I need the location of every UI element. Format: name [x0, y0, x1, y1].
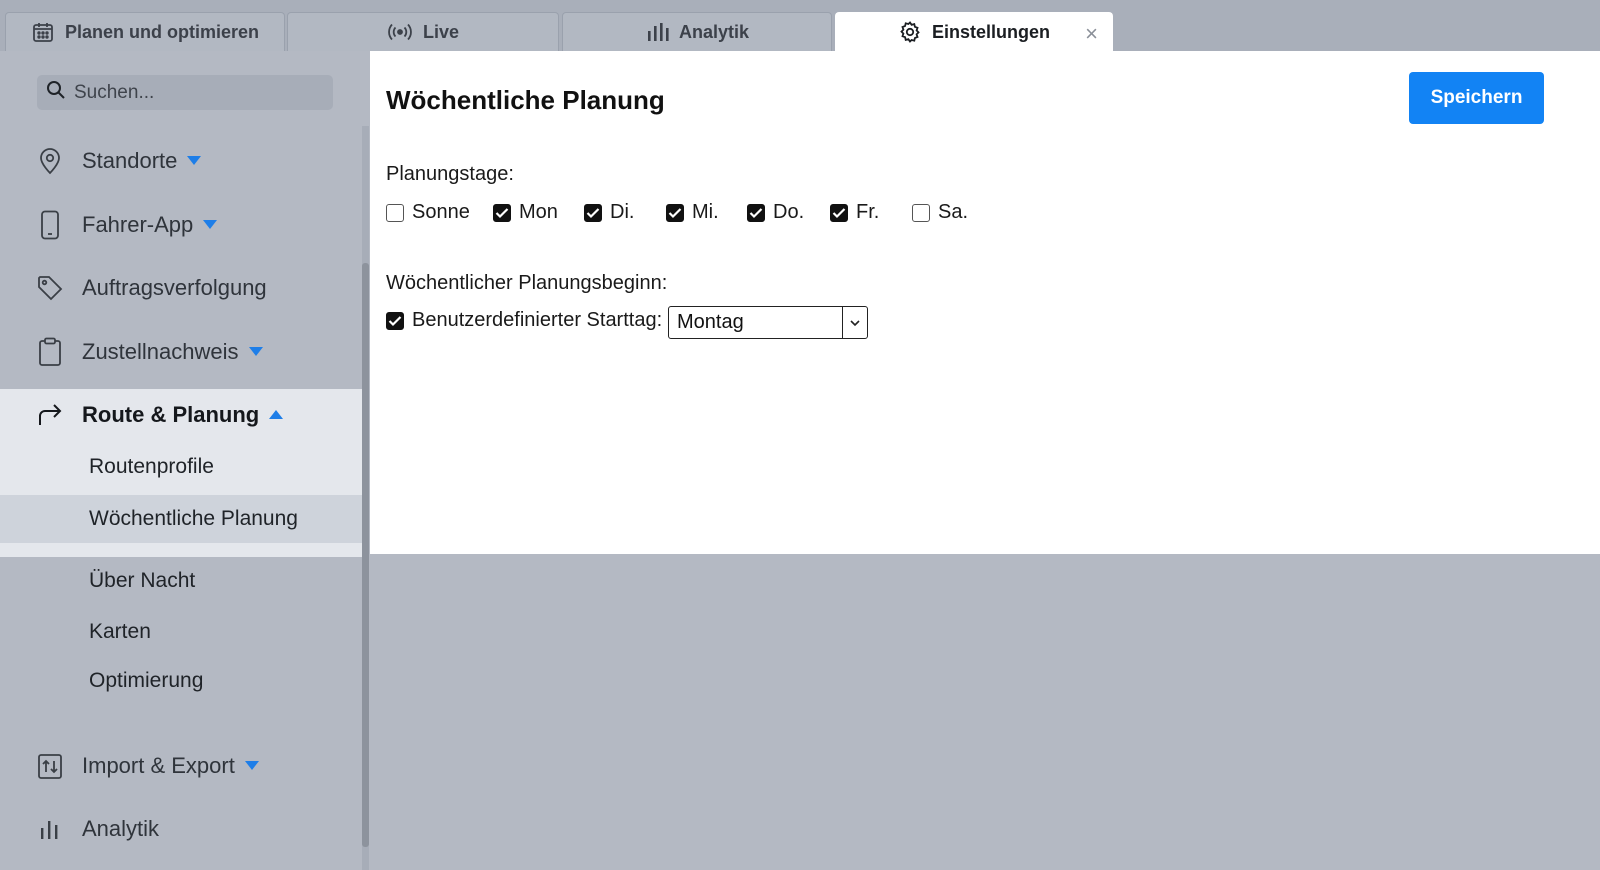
sidebar-item-label: Standorte [82, 148, 202, 174]
checkbox-checked[interactable] [830, 203, 848, 222]
search-icon [46, 80, 66, 105]
sidebar-subitem-routenprofile[interactable]: Routenprofile [0, 443, 362, 491]
sidebar-subitem-karten[interactable]: Karten [0, 608, 362, 656]
sidebar-item-label: Analytik [82, 816, 160, 841]
tab-label: Planen und optimieren [64, 21, 260, 42]
tab-label: Analytik [678, 21, 750, 42]
tab-label: Einstellungen [931, 21, 1050, 42]
bar-chart-icon [36, 815, 64, 843]
start-day-select[interactable]: Montag [668, 306, 868, 339]
custom-start-day-checkbox[interactable]: Benutzerdefinierter Starttag: [386, 309, 662, 332]
sidebar-item-analytik[interactable]: Analytik [0, 803, 362, 855]
sidebar-item-auftragsverfolgung[interactable]: Auftragsverfolgung [0, 262, 362, 314]
location-pin-icon [36, 147, 64, 175]
caret-down-icon [248, 346, 263, 356]
checkbox-unchecked[interactable] [912, 203, 930, 222]
caret-down-icon [187, 155, 202, 165]
day-checkbox-di[interactable]: Di. [584, 201, 634, 224]
search-box[interactable] [37, 75, 333, 110]
sidebar-item-label: Auftragsverfolgung [82, 275, 267, 300]
tab-live[interactable]: Live [287, 12, 559, 51]
route-arrow-icon [36, 401, 64, 429]
close-icon[interactable]: × [1085, 21, 1098, 47]
day-checkbox-mi[interactable]: Mi. [666, 201, 719, 224]
sidebar-item-import-export[interactable]: Import & Export [0, 740, 362, 792]
sidebar-item-label: Fahrer-App [82, 212, 218, 238]
sidebar-item-standorte[interactable]: Standorte [0, 135, 362, 187]
sidebar-subitem-optimierung[interactable]: Optimierung [0, 657, 362, 705]
bar-chart-icon [645, 21, 669, 43]
settings-panel: Wöchentliche Planung Speichern Planungst… [370, 51, 1600, 554]
tab-label: Live [422, 21, 460, 42]
caret-up-icon [269, 409, 284, 419]
select-value: Montag [677, 311, 744, 333]
day-checkbox-sonne[interactable]: Sonne [386, 201, 470, 224]
clipboard-icon [36, 337, 64, 366]
checkbox-checked[interactable] [386, 311, 404, 330]
planning-days-label: Planungstage: [386, 163, 514, 185]
sidebar-subitem-woechentliche-planung[interactable]: Wöchentliche Planung [0, 495, 362, 543]
caret-down-icon [203, 219, 218, 229]
sidebar-item-fahrer-app[interactable]: Fahrer-App [0, 199, 362, 251]
day-checkbox-do[interactable]: Do. [747, 201, 804, 224]
mobile-phone-icon [36, 210, 64, 240]
calendar-icon [31, 20, 55, 44]
sidebar-scrollbar-thumb[interactable] [362, 263, 369, 847]
tab-einstellungen[interactable]: Einstellungen × [835, 12, 1113, 51]
search-input[interactable] [72, 80, 316, 105]
day-checkbox-mon[interactable]: Mon [493, 201, 558, 224]
week-start-label: Wöchentlicher Planungsbeginn: [386, 272, 668, 294]
checkbox-unchecked[interactable] [386, 203, 404, 222]
sidebar-subitem-ueber-nacht[interactable]: Über Nacht [0, 557, 362, 605]
sidebar-item-route-planung[interactable]: Route & Planung [0, 389, 362, 441]
day-checkbox-sa[interactable]: Sa. [912, 201, 968, 224]
broadcast-icon [387, 21, 413, 43]
day-checkbox-fr[interactable]: Fr. [830, 201, 879, 224]
import-export-icon [36, 752, 64, 780]
page-title: Wöchentliche Planung [386, 85, 665, 115]
sidebar-item-label: Import & Export [82, 753, 259, 779]
tab-planen-und-optimieren[interactable]: Planen und optimieren [5, 12, 285, 51]
chevron-down-icon[interactable] [842, 307, 867, 338]
caret-down-icon [244, 760, 259, 770]
checkbox-checked[interactable] [493, 203, 511, 222]
sidebar-item-label: Zustellnachweis [82, 339, 263, 365]
tab-analytik[interactable]: Analytik [562, 12, 832, 51]
tag-icon [36, 274, 64, 302]
sidebar-item-label: Route & Planung [82, 402, 284, 428]
checkbox-checked[interactable] [747, 203, 765, 222]
gear-icon [898, 20, 922, 44]
checkbox-checked[interactable] [666, 203, 684, 222]
sidebar-item-zustellnachweis[interactable]: Zustellnachweis [0, 326, 362, 378]
route-planung-group: Route & Planung Routenprofile Wöchentlic… [0, 389, 362, 557]
save-button[interactable]: Speichern [1409, 72, 1544, 124]
checkbox-checked[interactable] [584, 203, 602, 222]
sidebar: Standorte Fahrer-App Auftragsverfolgung … [0, 51, 370, 870]
tab-bar: Planen und optimieren Live Analytik Eins… [0, 0, 1600, 51]
